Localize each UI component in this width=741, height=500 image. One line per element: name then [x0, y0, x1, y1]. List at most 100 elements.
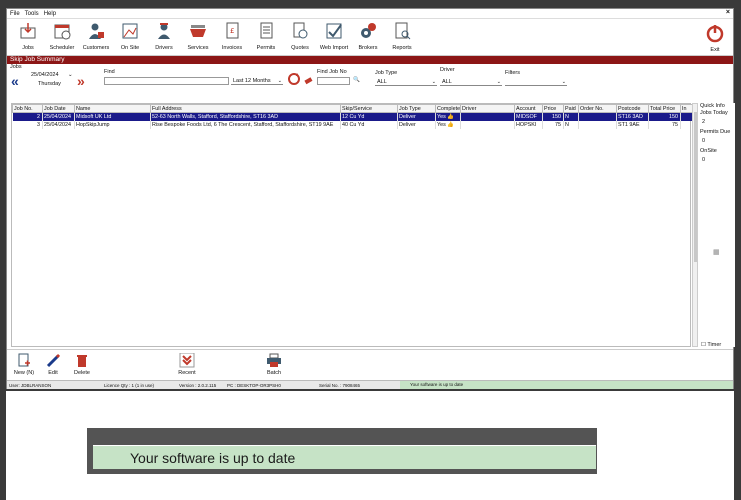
menu-help[interactable]: Help	[44, 11, 56, 17]
double-chevron-down-icon	[179, 353, 195, 368]
printer-icon	[267, 353, 281, 367]
edit-label: Edit	[48, 370, 58, 376]
find-job-label: Find Job No	[317, 69, 347, 75]
cell-type: Deliver	[397, 120, 436, 129]
cell-in	[680, 120, 693, 129]
scrollbar-thumb[interactable]	[694, 112, 697, 262]
toolbar-jobs-button[interactable]: Jobs	[11, 19, 45, 51]
timer-checkbox[interactable]: ☐ Timer	[701, 342, 721, 348]
delete-label: Delete	[74, 370, 90, 376]
power-icon	[705, 23, 725, 43]
job-type-value: ALL	[377, 79, 387, 85]
exit-label: Exit	[710, 47, 720, 53]
job-type-select[interactable]: ALL ⌄	[375, 78, 437, 86]
toolbar-services-button[interactable]: Services	[181, 19, 215, 51]
timer-label: Timer	[707, 342, 722, 348]
status-pc: PC : DESKTOP-OR3PSH0	[227, 383, 281, 388]
chevron-down-icon: ⌄	[496, 79, 501, 85]
calculator-icon[interactable]: ▦	[713, 248, 720, 256]
find-input[interactable]	[104, 77, 229, 85]
toolbar-reports-button[interactable]: Reports	[385, 19, 419, 51]
status-version: Version : 2.0.2.115	[179, 383, 217, 388]
chevron-down-icon: ⌄	[277, 78, 282, 84]
cell-postcode: ST1 9AE	[616, 120, 649, 129]
toolbar-invoices-label: Invoices	[221, 45, 243, 51]
col-job-date[interactable]: Job Date	[42, 104, 75, 113]
cell-total: 150	[648, 112, 681, 121]
cell-order	[578, 120, 617, 129]
close-icon[interactable]: ×	[726, 9, 730, 16]
eraser-icon[interactable]	[304, 76, 313, 85]
batch-button[interactable]: Batch	[259, 353, 289, 376]
cell-total: 75	[648, 120, 681, 129]
chevron-down-icon[interactable]: ⌄	[68, 72, 73, 78]
cell-job-date: 25/04/2024	[42, 120, 75, 129]
date-picker[interactable]: 25/04/2024	[31, 72, 59, 78]
report-icon	[392, 21, 412, 41]
menu-tools[interactable]: Tools	[25, 11, 39, 17]
onsite-label: OnSite	[700, 148, 717, 154]
thumbs-up-icon: 👍	[447, 113, 455, 120]
permits-due-label: Permits Due	[700, 129, 731, 135]
find-job-search-icon[interactable]: 🔍	[353, 77, 360, 83]
previous-day-icon[interactable]: «	[11, 73, 19, 89]
new-document-icon	[18, 353, 30, 367]
refresh-icon[interactable]	[287, 72, 301, 86]
toolbar-brokers-button[interactable]: Brokers	[351, 19, 385, 51]
cell-complete: Yes 👍	[435, 120, 461, 129]
exit-button[interactable]: Exit	[701, 21, 729, 53]
day-label: Thursday	[38, 81, 61, 87]
col-full-address[interactable]: Full Address	[150, 104, 341, 113]
toolbar-web-import-button[interactable]: Web Import	[317, 19, 351, 51]
toolbar-permits-button[interactable]: Permits	[249, 19, 283, 51]
quick-info-title: Quick Info	[700, 103, 725, 109]
toolbar-scheduler-button[interactable]: Scheduler	[45, 19, 79, 51]
status-serial: Serial No. : 7908465	[319, 383, 361, 388]
zoom-status-message: Your software is up to date	[93, 445, 596, 469]
jobs-icon	[18, 21, 38, 41]
cell-account: MIDSOF	[514, 112, 543, 121]
cell-driver	[460, 112, 515, 121]
col-paid[interactable]: Paid	[563, 104, 579, 113]
delete-button[interactable]: Delete	[67, 353, 97, 376]
filters-label: Filters	[505, 70, 520, 76]
toolbar-invoices-button[interactable]: £ Invoices	[215, 19, 249, 51]
toolbar-quotes-button[interactable]: Quotes	[283, 19, 317, 51]
col-total-price[interactable]: Total Price	[648, 104, 681, 113]
col-job-type[interactable]: Job Type	[397, 104, 436, 113]
gears-icon	[358, 21, 378, 41]
toolbar-customers-label: Customers	[82, 45, 110, 51]
driver-select[interactable]: ALL ⌄	[440, 78, 502, 86]
col-job-no[interactable]: Job No.	[12, 104, 43, 113]
filters-select[interactable]: ⌄	[505, 78, 567, 86]
toolbar-customers-button[interactable]: Customers	[79, 19, 113, 51]
recent-button[interactable]: Recent	[172, 353, 202, 376]
col-name[interactable]: Name	[74, 104, 151, 113]
new-button[interactable]: New (N)	[9, 353, 39, 376]
toolbar-onsite-button[interactable]: On Site	[113, 19, 147, 51]
col-in[interactable]: In	[680, 104, 693, 113]
col-price[interactable]: Price	[542, 104, 564, 113]
table-row[interactable]: 3 25/04/2024 HopSkipJump Rise Bespoke Fo…	[12, 120, 693, 129]
filter-bar: « 25/04/2024 ⌄ Thursday » Find Last 12 M…	[7, 67, 733, 98]
driver-icon	[154, 21, 174, 41]
table-row[interactable]: 2 25/04/2024 Midsoft UK Ltd 52-63 North …	[12, 112, 693, 121]
col-skip-service[interactable]: Skip/Service	[340, 104, 398, 113]
col-account[interactable]: Account	[514, 104, 543, 113]
col-complete[interactable]: Complete	[435, 104, 461, 113]
cell-job-date: 25/04/2024	[42, 112, 75, 121]
menu-file[interactable]: File	[10, 11, 20, 17]
edit-button[interactable]: Edit	[38, 353, 68, 376]
find-job-input[interactable]	[317, 77, 350, 85]
toolbar-services-label: Services	[187, 45, 209, 51]
period-select[interactable]: Last 12 Months ⌄	[231, 77, 283, 85]
col-order-no[interactable]: Order No.	[578, 104, 617, 113]
toolbar-drivers-button[interactable]: Drivers	[147, 19, 181, 51]
onsite-value: 0	[702, 157, 706, 163]
cell-name: HopSkipJump	[74, 120, 151, 129]
next-day-icon[interactable]: »	[77, 73, 85, 89]
period-value: Last 12 Months	[233, 78, 271, 84]
col-driver[interactable]: Driver	[460, 104, 515, 113]
col-postcode[interactable]: Postcode	[616, 104, 649, 113]
cell-address: Rise Bespoke Foods Ltd, 6 The Crescent, …	[150, 120, 341, 129]
